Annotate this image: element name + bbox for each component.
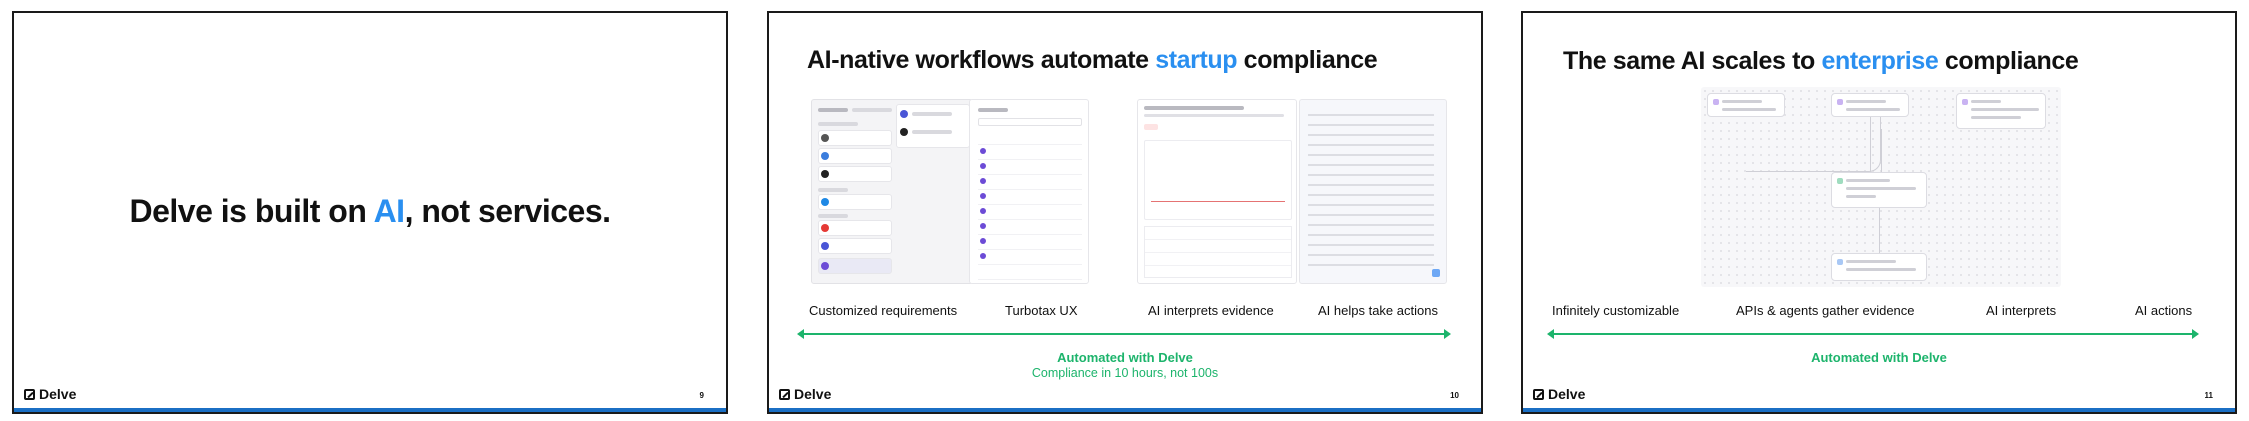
slide-10[interactable]: AI-native workflows automate startup com…	[767, 11, 1483, 414]
workflow-node	[1707, 93, 1785, 117]
workflow-graph-screenshot	[1701, 87, 2061, 287]
slide-deck: Delve is built on AI, not services. Delv…	[0, 0, 2249, 421]
slide-headline: Delve is built on AI, not services.	[129, 193, 611, 229]
caption-turbotax-ux: Turbotax UX	[1005, 303, 1078, 318]
evidence-screenshot	[1137, 99, 1297, 284]
brand-logo: Delve	[1533, 386, 1585, 402]
delve-logo-icon	[1533, 388, 1544, 400]
slide-title: The same AI scales to enterprise complia…	[1563, 47, 2079, 75]
brand-name: Delve	[39, 386, 77, 402]
slide-bottom-bar	[1523, 408, 2235, 412]
actions-screenshot	[1299, 99, 1447, 284]
brand-name: Delve	[1548, 386, 1586, 402]
workflow-node	[1956, 93, 2046, 129]
slide-title: AI-native workflows automate startup com…	[807, 46, 1378, 74]
page-number: 10	[1450, 391, 1459, 400]
integrations-screenshot	[811, 99, 973, 284]
caption-infinitely-customizable: Infinitely customizable	[1552, 303, 1680, 318]
delve-logo-icon	[779, 388, 790, 400]
automation-arrow	[1547, 329, 2199, 339]
slide-9[interactable]: Delve is built on AI, not services. Delv…	[12, 11, 728, 414]
caption-ai-actions: AI actions	[2135, 303, 2193, 318]
headline-accent: AI	[373, 193, 406, 229]
automated-subtitle: Compliance in 10 hours, not 100s	[1031, 366, 1219, 380]
workflow-node	[1831, 253, 1927, 281]
workflow-node	[1831, 93, 1909, 117]
workflow-node	[1831, 172, 1927, 208]
brand-logo: Delve	[779, 386, 831, 402]
title-accent: enterprise	[1821, 47, 1939, 75]
page-number: 9	[699, 391, 704, 400]
automated-label: Automated with Delve	[1057, 350, 1193, 365]
delve-logo-icon	[24, 388, 35, 400]
automation-arrow	[797, 329, 1451, 339]
caption-ai-helps-take-actions: AI helps take actions	[1318, 303, 1438, 318]
title-accent: startup	[1155, 46, 1238, 74]
automated-label: Automated with Delve	[1811, 350, 1947, 365]
caption-ai-interprets-evidence: AI interprets evidence	[1148, 303, 1274, 318]
slide-11[interactable]: The same AI scales to enterprise complia…	[1521, 11, 2237, 414]
slide-bottom-bar	[769, 408, 1481, 412]
caption-apis-agents-gather-evidence: APIs & agents gather evidence	[1736, 303, 1915, 318]
slide-bottom-bar	[14, 408, 726, 412]
caption-ai-interprets: AI interprets	[1986, 303, 2057, 318]
page-number: 11	[2204, 391, 2213, 400]
caption-customized-requirements: Customized requirements	[809, 303, 958, 318]
brand-name: Delve	[794, 386, 832, 402]
brand-logo: Delve	[24, 386, 76, 402]
turbotax-screenshot	[969, 99, 1089, 284]
